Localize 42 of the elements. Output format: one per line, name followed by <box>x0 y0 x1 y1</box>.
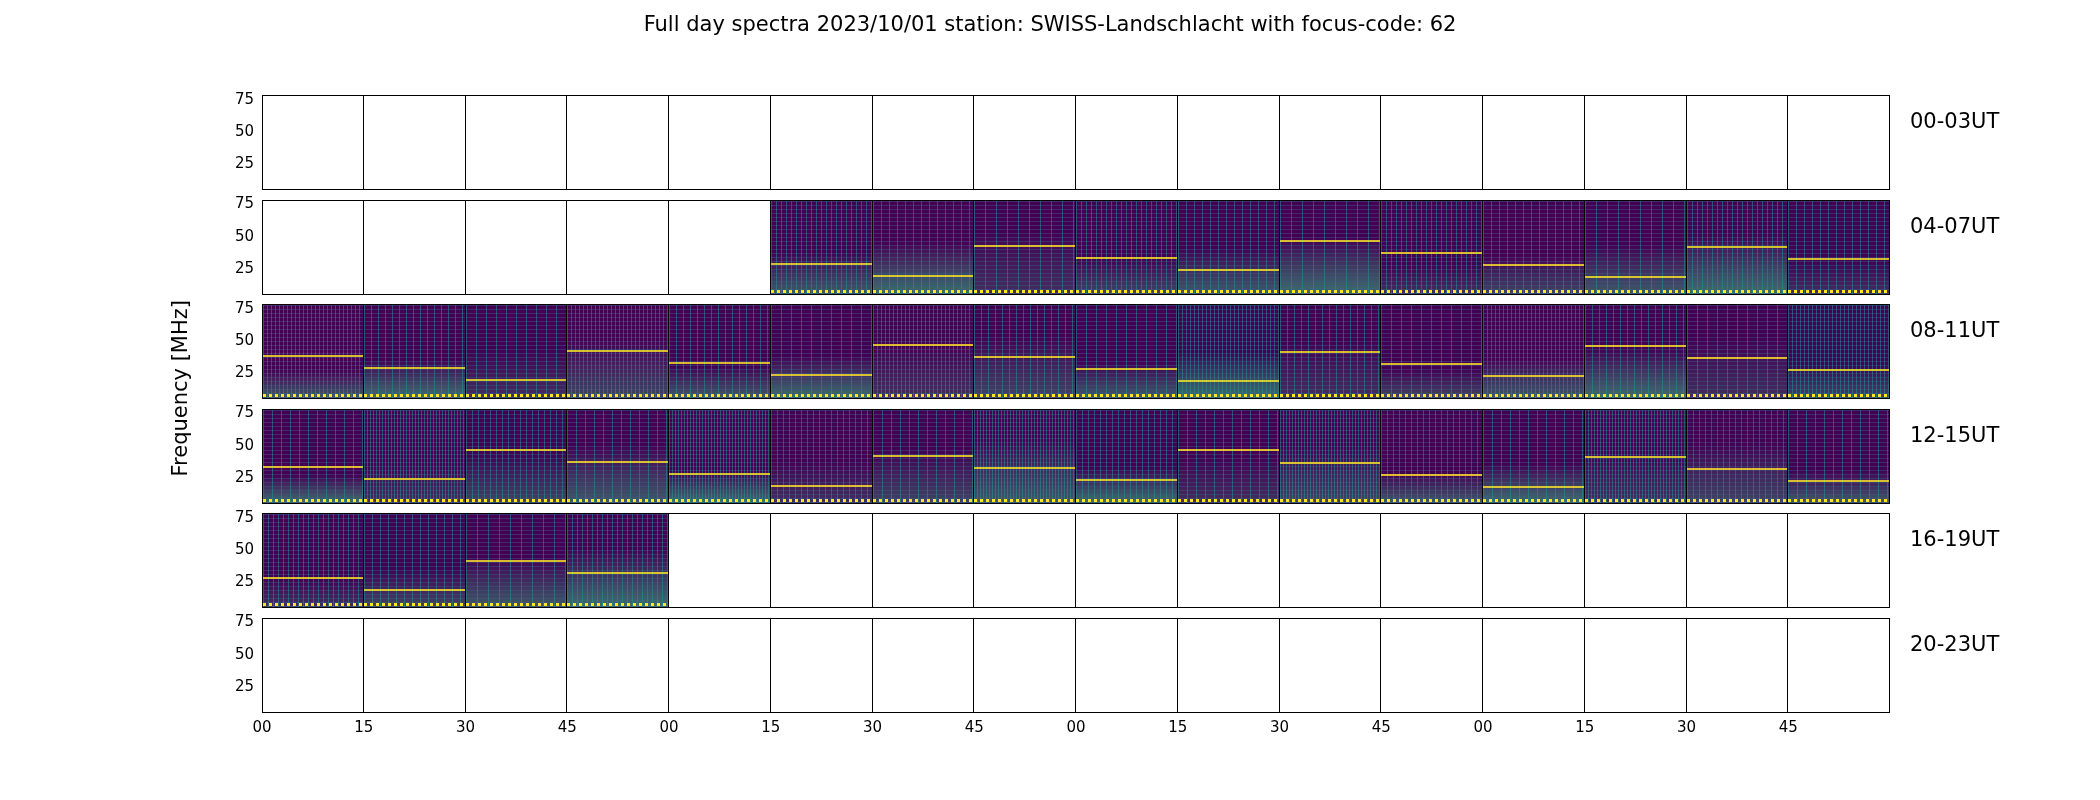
y-tick-label: 25 <box>234 467 254 486</box>
y-tick-label: 75 <box>234 507 254 526</box>
x-tick-label: 45 <box>557 718 577 736</box>
x-tick-label: 30 <box>862 718 883 736</box>
y-tick-label: 75 <box>234 194 254 213</box>
row-label: 16-19UT <box>1909 526 2000 553</box>
x-tick-label: 15 <box>1168 718 1188 736</box>
y-tick-label: 25 <box>234 363 254 382</box>
y-tick-label: 50 <box>234 331 254 350</box>
row-label: 08-11UT <box>1909 317 2000 344</box>
y-tick-label: 25 <box>234 258 254 277</box>
row-label: 00-03UT <box>1909 108 2000 135</box>
row-label: 20-23UT <box>1909 630 2000 658</box>
x-tick-label: 30 <box>1676 718 1697 736</box>
row-label: 04-07UT <box>1909 212 2000 240</box>
y-tick-label: 75 <box>234 612 254 631</box>
y-tick-label: 50 <box>234 540 254 559</box>
y-tick-label: 25 <box>234 676 254 695</box>
y-tick-label: 50 <box>234 226 254 245</box>
x-tick-label: 00 <box>252 718 272 736</box>
x-tick-label: 45 <box>1778 718 1798 736</box>
y-tick-label: 75 <box>234 403 254 422</box>
y-tick-label: 75 <box>234 298 254 317</box>
y-axis-label: Frequency [MHz] <box>168 300 192 477</box>
x-tick-label: 15 <box>1575 718 1595 736</box>
chart-title: Full day spectra 2023/10/01 station: SWISS-Landschlacht with focus-code: 62 <box>642 11 1458 38</box>
y-tick-label: 25 <box>234 572 254 591</box>
x-tick-label: 00 <box>1066 718 1086 736</box>
x-tick-label: 45 <box>1371 718 1391 736</box>
row-label: 12-15UT <box>1909 421 2000 449</box>
y-tick-label: 50 <box>234 122 254 141</box>
y-tick-label: 25 <box>234 154 254 173</box>
x-tick-label: 30 <box>1269 718 1290 736</box>
x-tick-label: 15 <box>761 718 781 736</box>
x-tick-label: 30 <box>455 718 476 736</box>
x-tick-label: 45 <box>964 718 984 736</box>
y-tick-label: 75 <box>234 89 254 108</box>
x-tick-label: 00 <box>659 718 679 736</box>
x-tick-label: 00 <box>1473 718 1493 736</box>
x-tick-label: 15 <box>354 718 374 736</box>
y-tick-label: 50 <box>234 435 254 454</box>
y-tick-label: 50 <box>234 644 254 663</box>
